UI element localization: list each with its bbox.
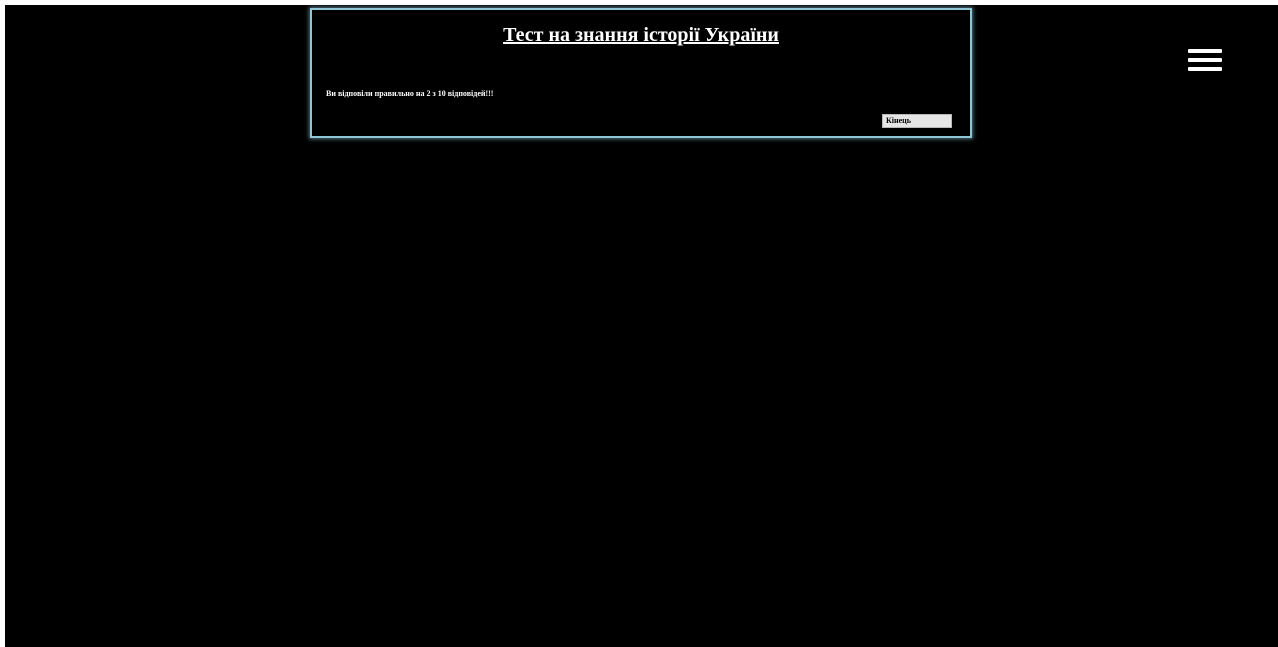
menu-button[interactable] (1183, 41, 1223, 73)
quiz-title: Тест на знання історії України (503, 24, 779, 46)
quiz-panel: Тест на знання історії України Ви відпов… (310, 8, 972, 138)
finish-button[interactable]: Кінець (882, 114, 952, 128)
quiz-result-text: Ви відповіли правильно на 2 з 10 відпові… (326, 89, 494, 98)
page-viewport: Тест на знання історії України Ви відпов… (5, 5, 1278, 647)
